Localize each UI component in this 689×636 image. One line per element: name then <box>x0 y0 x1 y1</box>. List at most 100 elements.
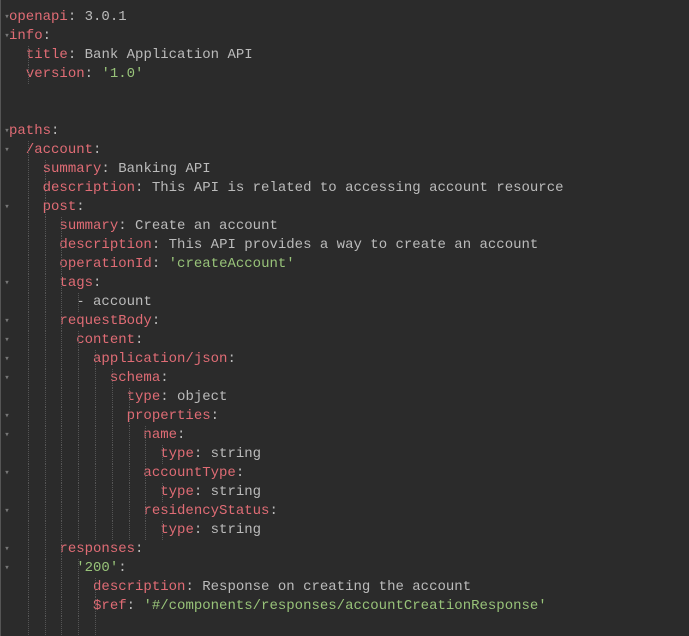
fold-chevron-icon[interactable]: ▾ <box>3 198 11 217</box>
indent-guide <box>28 597 29 616</box>
code-line[interactable]: operationId: 'createAccount' <box>9 255 689 274</box>
indent-guide <box>129 445 130 464</box>
yaml-value: : <box>211 408 219 424</box>
code-line[interactable]: ▾ tags: <box>9 274 689 293</box>
indent-guide <box>129 483 130 502</box>
yaml-value: account <box>93 294 152 310</box>
indent-guide <box>112 445 113 464</box>
yaml-value: 3.0.1 <box>85 9 127 25</box>
fold-chevron-icon[interactable]: ▾ <box>3 559 11 578</box>
code-line[interactable]: ▾ schema: <box>9 369 689 388</box>
code-line[interactable]: summary: Banking API <box>9 160 689 179</box>
fold-chevron-icon[interactable]: ▾ <box>3 407 11 426</box>
code-line[interactable]: ▾ properties: <box>9 407 689 426</box>
indent-guide <box>61 274 62 293</box>
code-line[interactable]: ▾ accountType: <box>9 464 689 483</box>
code-line[interactable]: ▾ content: <box>9 331 689 350</box>
code-line[interactable] <box>9 616 689 635</box>
code-line[interactable]: type: string <box>9 521 689 540</box>
indent-guide <box>112 502 113 521</box>
code-line[interactable]: $ref: '#/components/responses/accountCre… <box>9 597 689 616</box>
yaml-key: description <box>59 237 151 253</box>
fold-chevron-icon[interactable]: ▾ <box>3 331 11 350</box>
fold-chevron-icon[interactable]: ▾ <box>3 369 11 388</box>
indent-guide <box>129 407 130 426</box>
indent-guide <box>28 407 29 426</box>
code-line[interactable] <box>9 84 689 103</box>
indent-guide <box>162 521 163 540</box>
indent-guide <box>45 521 46 540</box>
indent-guide <box>45 369 46 388</box>
code-line[interactable]: description: This API is related to acce… <box>9 179 689 198</box>
indent-guide <box>95 350 96 369</box>
indent-guide <box>28 293 29 312</box>
code-line[interactable]: type: object <box>9 388 689 407</box>
indent-guide <box>145 483 146 502</box>
code-editor[interactable]: ▾openapi: 3.0.1▾info: title: Bank Applic… <box>1 0 689 635</box>
fold-chevron-icon[interactable]: ▾ <box>3 27 11 46</box>
indent-guide <box>78 388 79 407</box>
fold-chevron-icon[interactable]: ▾ <box>3 312 11 331</box>
code-line[interactable]: summary: Create an account <box>9 217 689 236</box>
yaml-key: responses <box>59 541 135 557</box>
indent-guide <box>112 426 113 445</box>
code-line[interactable]: description: This API provides a way to … <box>9 236 689 255</box>
yaml-key: requestBody <box>59 313 151 329</box>
indent-guide <box>28 350 29 369</box>
code-line[interactable]: - account <box>9 293 689 312</box>
fold-chevron-icon[interactable]: ▾ <box>3 502 11 521</box>
indent-guide <box>28 464 29 483</box>
code-line[interactable]: ▾ application/json: <box>9 350 689 369</box>
indent-guide <box>45 179 46 198</box>
indent-guide <box>145 521 146 540</box>
code-line[interactable]: ▾openapi: 3.0.1 <box>9 8 689 27</box>
indent-guide <box>78 369 79 388</box>
code-line[interactable]: ▾ /account: <box>9 141 689 160</box>
yaml-key: openapi <box>9 9 68 25</box>
indent-guide <box>129 388 130 407</box>
code-line[interactable]: type: string <box>9 483 689 502</box>
yaml-value: This API provides a way to create an acc… <box>169 237 539 253</box>
indent-guide <box>112 464 113 483</box>
indent-guide <box>45 578 46 597</box>
indent-guide <box>162 483 163 502</box>
code-line[interactable]: ▾ responses: <box>9 540 689 559</box>
indent-guide <box>45 445 46 464</box>
fold-chevron-icon[interactable]: ▾ <box>3 122 11 141</box>
indent-guide <box>28 388 29 407</box>
code-line[interactable]: ▾ residencyStatus: <box>9 502 689 521</box>
fold-chevron-icon[interactable]: ▾ <box>3 274 11 293</box>
code-line[interactable]: ▾info: <box>9 27 689 46</box>
fold-chevron-icon[interactable]: ▾ <box>3 141 11 160</box>
indent-guide <box>61 369 62 388</box>
fold-chevron-icon[interactable]: ▾ <box>3 8 11 27</box>
indent-guide <box>45 407 46 426</box>
code-line[interactable]: ▾ requestBody: <box>9 312 689 331</box>
yaml-key: title <box>26 47 68 63</box>
code-line[interactable]: description: Response on creating the ac… <box>9 578 689 597</box>
indent-guide <box>61 464 62 483</box>
indent-guide <box>45 426 46 445</box>
fold-chevron-icon[interactable]: ▾ <box>3 540 11 559</box>
indent-guide <box>61 445 62 464</box>
code-line[interactable]: title: Bank Application API <box>9 46 689 65</box>
fold-chevron-icon[interactable]: ▾ <box>3 350 11 369</box>
indent-guide <box>78 616 79 635</box>
indent-guide <box>45 502 46 521</box>
yaml-key: summary <box>43 161 102 177</box>
indent-guide <box>61 597 62 616</box>
yaml-value: string <box>211 446 261 462</box>
code-line[interactable]: version: '1.0' <box>9 65 689 84</box>
yaml-value: : <box>194 446 211 462</box>
yaml-value: string <box>211 522 261 538</box>
fold-chevron-icon[interactable]: ▾ <box>3 426 11 445</box>
code-line[interactable] <box>9 103 689 122</box>
code-line[interactable]: ▾ post: <box>9 198 689 217</box>
fold-chevron-icon[interactable]: ▾ <box>3 464 11 483</box>
indent-guide <box>28 540 29 559</box>
code-line[interactable]: ▾ '200': <box>9 559 689 578</box>
code-line[interactable]: type: string <box>9 445 689 464</box>
code-line[interactable]: ▾paths: <box>9 122 689 141</box>
indent-guide <box>45 331 46 350</box>
code-line[interactable]: ▾ name: <box>9 426 689 445</box>
